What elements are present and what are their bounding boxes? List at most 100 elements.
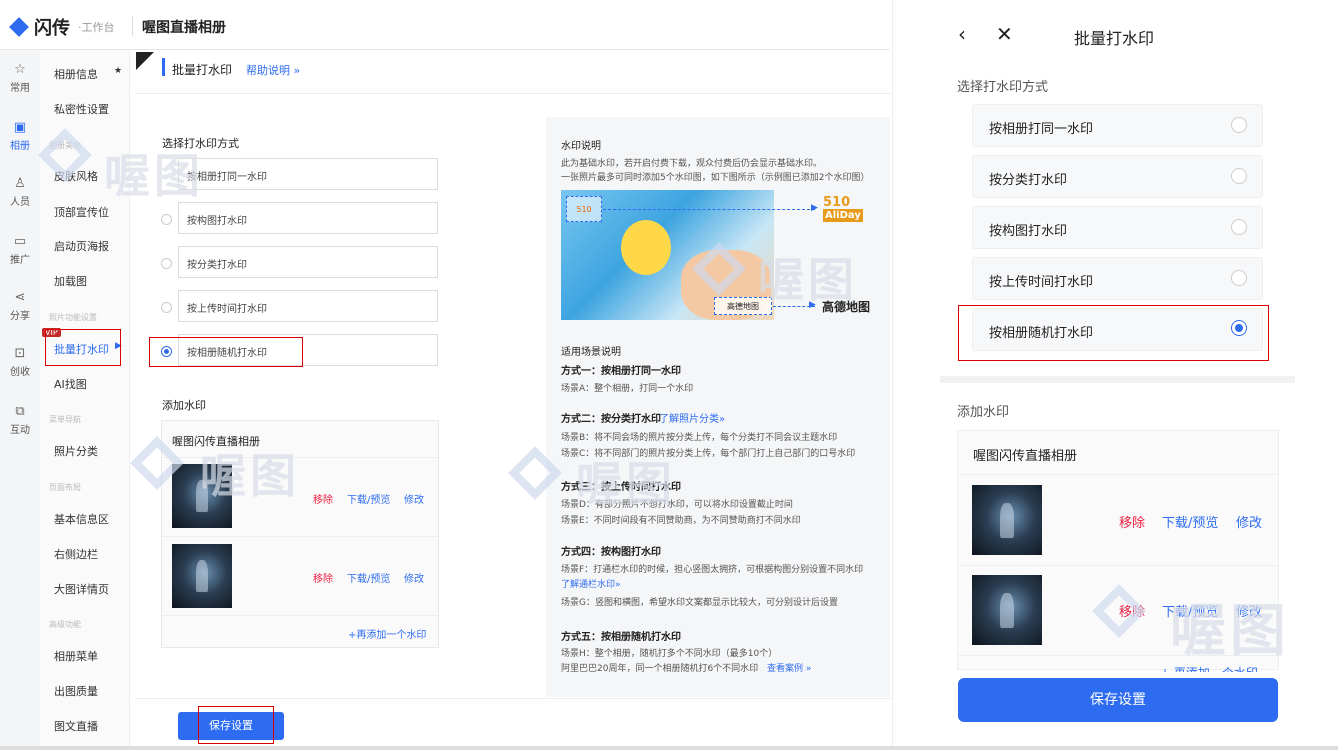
mobile-thumbnail bbox=[972, 485, 1042, 555]
nav-promote[interactable]: ▭ 推广 bbox=[0, 234, 40, 266]
pointer-line bbox=[603, 209, 815, 210]
divider bbox=[162, 615, 438, 616]
watermark-text: 喔图 bbox=[104, 149, 204, 203]
highlight-box bbox=[45, 329, 121, 366]
star-icon: ☆ bbox=[14, 62, 26, 77]
top-bar bbox=[0, 0, 890, 50]
mobile-radio-category[interactable] bbox=[1231, 168, 1247, 184]
mobile-option-same[interactable]: 按相册打同一水印 bbox=[972, 104, 1263, 147]
arrow-right-icon: ▶ bbox=[811, 203, 818, 213]
help-link[interactable]: 帮助说明 » bbox=[246, 62, 300, 78]
option-label: 按分类打水印 bbox=[187, 260, 247, 271]
nav-label: 创收 bbox=[10, 367, 30, 378]
menu-launch-poster[interactable]: 启动页海报 bbox=[54, 238, 109, 254]
option-same-watermark[interactable]: 按相册打同一水印 bbox=[178, 158, 438, 190]
radio-composition[interactable] bbox=[161, 214, 172, 225]
mode5-title: 方式五：按相册随机打水印 bbox=[561, 632, 681, 643]
case-link[interactable]: 查看案例 » bbox=[767, 661, 811, 674]
highlight-box bbox=[149, 337, 303, 367]
add-section-title: 添加水印 bbox=[162, 399, 206, 412]
nav-label: 分享 bbox=[10, 311, 30, 322]
menu-image-detail[interactable]: 大图详情页 bbox=[54, 581, 109, 597]
desc-title: 水印说明 bbox=[561, 141, 601, 152]
download-preview-button[interactable]: 下载/预览 bbox=[347, 570, 390, 585]
edit-button[interactable]: 修改 bbox=[404, 570, 424, 585]
icon-sidebar: ☆ 常用 ▣ 相册 ♙ 人员 ▭ 推广 ⋖ 分享 ⊡ 创收 ⧉ 互动 bbox=[0, 50, 40, 750]
banner-link[interactable]: 了解通栏水印» bbox=[561, 577, 621, 590]
nav-label: 互动 bbox=[10, 425, 30, 436]
menu-album-menu[interactable]: 相册菜单 bbox=[54, 648, 98, 664]
option-label: 按上传时间打水印 bbox=[187, 304, 267, 315]
share-icon: ⋖ bbox=[14, 290, 26, 305]
highlight-box bbox=[198, 706, 274, 744]
nav-people[interactable]: ♙ 人员 bbox=[0, 176, 40, 208]
scene-line: 场景A：整个相册，打同一个水印 bbox=[561, 384, 694, 394]
app-logo[interactable]: 闪传 ·工作台 bbox=[9, 14, 115, 40]
scene-title: 适用场景说明 bbox=[561, 347, 621, 358]
category-link[interactable]: 了解照片分类» bbox=[659, 410, 725, 425]
nav-label: 推广 bbox=[10, 255, 30, 266]
option-label: 按上传时间打水印 bbox=[989, 275, 1094, 290]
menu-ai-find[interactable]: AI找图 bbox=[54, 376, 87, 392]
back-icon[interactable]: ‹ bbox=[958, 22, 966, 46]
mobile-mode-section: 选择打水印方式 bbox=[957, 80, 1049, 95]
section-separator bbox=[940, 376, 1295, 383]
mobile-radio-composition[interactable] bbox=[1231, 219, 1247, 235]
watermark-text: 喔图 bbox=[200, 449, 300, 503]
menu-photo-category[interactable]: 照片分类 bbox=[54, 443, 98, 459]
nav-share[interactable]: ⋖ 分享 bbox=[0, 290, 40, 322]
mobile-add-section: 添加水印 bbox=[957, 405, 1010, 420]
mobile-radio-same[interactable] bbox=[1231, 117, 1247, 133]
nav-common[interactable]: ☆ 常用 bbox=[0, 62, 40, 94]
mobile-option-category[interactable]: 按分类打水印 bbox=[972, 155, 1263, 198]
aliday-logo: 510 AliDay bbox=[823, 196, 863, 222]
close-icon[interactable]: ✕ bbox=[996, 22, 1013, 46]
menu-output-quality[interactable]: 出图质量 bbox=[54, 683, 98, 699]
option-label: 按构图打水印 bbox=[989, 224, 1068, 239]
menu-privacy[interactable]: 私密性设置 bbox=[54, 101, 109, 117]
scene-line: 场景E：不同时间段有不同赞助商，为不同赞助商打不同水印 bbox=[561, 516, 801, 526]
remove-button[interactable]: 移除 bbox=[313, 570, 333, 585]
option-label: 按构图打水印 bbox=[187, 216, 247, 227]
mobile-option-composition[interactable]: 按构图打水印 bbox=[972, 206, 1263, 249]
edit-button[interactable]: 修改 bbox=[404, 491, 424, 506]
mobile-download-button[interactable]: 下载/预览 bbox=[1162, 512, 1218, 531]
menu-album-info[interactable]: 相册信息 bbox=[54, 66, 98, 82]
pin-icon[interactable]: ★ bbox=[114, 66, 122, 76]
nav-interact[interactable]: ⧉ 互动 bbox=[0, 404, 40, 436]
option-composition[interactable]: 按构图打水印 bbox=[178, 202, 438, 234]
mobile-radio-upload-time[interactable] bbox=[1231, 270, 1247, 286]
logo-subtitle: ·工作台 bbox=[78, 21, 115, 34]
scene-line: 场景H：整个相册，随机打多个不同水印（最多10个） bbox=[561, 649, 778, 659]
download-preview-button[interactable]: 下载/预览 bbox=[347, 491, 390, 506]
highlight-box bbox=[958, 305, 1269, 361]
menu-loading-image[interactable]: 加载图 bbox=[54, 273, 87, 289]
menu-basic-info[interactable]: 基本信息区 bbox=[54, 511, 109, 527]
menu-top-banner[interactable]: 顶部宣传位 bbox=[54, 204, 109, 220]
mobile-thumbnail bbox=[972, 575, 1042, 645]
menu-group-layout: 页面布局 bbox=[49, 483, 81, 492]
add-watermark-button[interactable]: +再添加一个水印 bbox=[348, 626, 426, 641]
nav-label: 人员 bbox=[10, 197, 30, 208]
nav-revenue[interactable]: ⊡ 创收 bbox=[0, 346, 40, 378]
radio-upload-time[interactable] bbox=[161, 302, 172, 313]
nav-album[interactable]: ▣ 相册 bbox=[0, 120, 40, 152]
option-upload-time[interactable]: 按上传时间打水印 bbox=[178, 290, 438, 322]
album-icon: ▣ bbox=[13, 120, 27, 135]
bottom-edge bbox=[0, 746, 1338, 750]
mobile-edit-button[interactable]: 修改 bbox=[1236, 512, 1262, 531]
radio-category[interactable] bbox=[161, 258, 172, 269]
remove-button[interactable]: 移除 bbox=[313, 491, 333, 506]
option-category[interactable]: 按分类打水印 bbox=[178, 246, 438, 278]
mobile-title: 批量打水印 bbox=[1074, 29, 1155, 48]
desc-line: 一张照片最多可同时添加5个水印图，如下图所示（示例图已添加2个水印图） bbox=[561, 173, 870, 183]
watermark-thumbnail bbox=[172, 544, 232, 608]
mobile-remove-button[interactable]: 移除 bbox=[1119, 512, 1145, 531]
section-marker bbox=[162, 58, 165, 76]
menu-group-nav: 菜单导航 bbox=[49, 415, 81, 424]
mobile-save-button[interactable]: 保存设置 bbox=[958, 678, 1278, 722]
interact-icon: ⧉ bbox=[15, 404, 25, 419]
menu-right-sidebar[interactable]: 右侧边栏 bbox=[54, 546, 98, 562]
mobile-option-upload-time[interactable]: 按上传时间打水印 bbox=[972, 257, 1263, 300]
menu-live-text[interactable]: 图文直播 bbox=[54, 718, 98, 734]
